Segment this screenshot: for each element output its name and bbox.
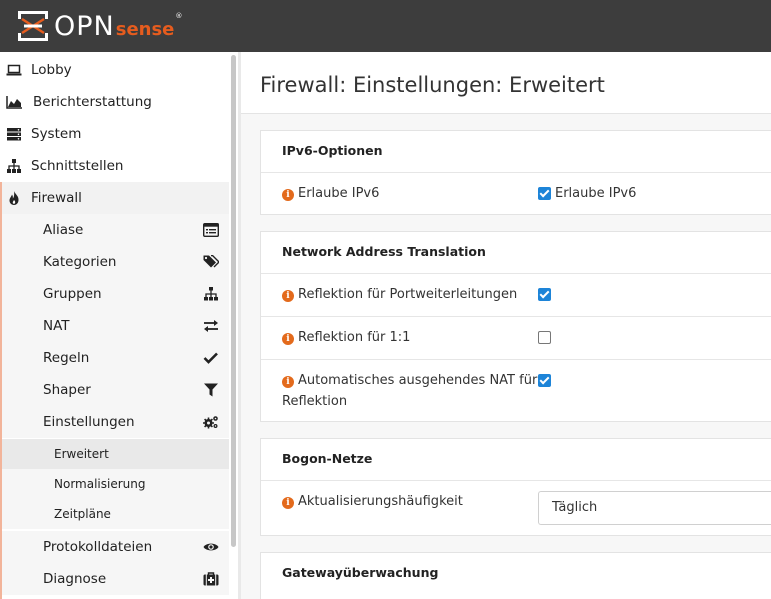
eye-icon xyxy=(203,543,219,551)
sidebar-subitem-shaper[interactable]: Shaper xyxy=(0,374,229,406)
sidebar-subitem-diagnose[interactable]: Diagnose xyxy=(0,563,229,595)
sidebar-subitem-nat[interactable]: NAT xyxy=(0,310,229,342)
row-divider xyxy=(261,172,771,173)
sidebar-subitem-label: Kategorien xyxy=(43,254,117,270)
sidebar-subitem-label: Shaper xyxy=(43,382,91,398)
sidebar-subitem-label: Gruppen xyxy=(43,286,102,302)
sidebar-item-label: Schnittstellen xyxy=(31,158,124,174)
sidebar-item-system[interactable]: System xyxy=(0,118,229,150)
section-heading: IPv6-Optionen xyxy=(282,143,383,158)
setting-label-aktualisierungshaeufigkeit: i Aktualisierungshäufigkeit xyxy=(282,491,463,512)
sidebar-item-label: System xyxy=(31,126,82,142)
sidebar-item-label: Berichterstattung xyxy=(33,94,152,110)
sitemap-icon xyxy=(7,159,21,173)
page-title: Firewall: Einstellungen: Erweitert xyxy=(260,73,605,97)
sidebar-subitem-label: Diagnose xyxy=(43,571,107,587)
sidebar-subitem-aliase[interactable]: Aliase xyxy=(0,214,229,246)
row-divider xyxy=(261,316,771,317)
list-alt-icon xyxy=(203,223,219,237)
row-divider xyxy=(261,273,771,274)
section-heading: Gatewayüberwachung xyxy=(282,565,439,580)
area-chart-icon xyxy=(6,96,22,109)
sidebar-subsubitem-label: Normalisierung xyxy=(54,477,146,491)
setting-label-erlaube-ipv6: i Erlaube IPv6 xyxy=(282,183,379,204)
filter-icon xyxy=(204,383,218,397)
sidebar-subitem-label: Protokolldateien xyxy=(43,539,153,555)
sidebar-subitem-kategorien[interactable]: Kategorien xyxy=(0,246,229,278)
panel-gatewayueberwachung: Gatewayüberwachung xyxy=(260,552,771,599)
aktualisierungshaeufigkeit-select[interactable]: Täglich xyxy=(538,491,771,525)
firewall-group-indicator xyxy=(0,182,2,599)
laptop-icon xyxy=(6,64,22,76)
sidebar-item-label: Lobby xyxy=(31,62,72,78)
reflektion-portweiterleitungen-checkbox[interactable] xyxy=(538,288,551,301)
sitemap-icon xyxy=(204,287,218,301)
opnsense-logo[interactable]: OPN sense ® xyxy=(16,9,182,43)
logo-text-sense: sense xyxy=(115,18,175,40)
sidebar-subsubitem-normalisierung[interactable]: Normalisierung xyxy=(0,469,229,499)
sidebar-item-berichterstattung[interactable]: Berichterstattung xyxy=(0,86,229,118)
section-heading: Network Address Translation xyxy=(282,244,486,259)
info-icon[interactable]: i xyxy=(282,376,294,388)
sidebar-subitem-label: Einstellungen xyxy=(43,414,135,430)
info-icon[interactable]: i xyxy=(282,497,294,509)
medkit-icon xyxy=(203,572,219,586)
sidebar-item-label: Firewall xyxy=(31,190,82,206)
sidebar-subitem-label: Aliase xyxy=(43,222,84,238)
sidebar-item-lobby[interactable]: Lobby xyxy=(0,54,229,86)
info-icon[interactable]: i xyxy=(282,189,294,201)
sidebar-subitem-regeln[interactable]: Regeln xyxy=(0,342,229,374)
info-icon[interactable]: i xyxy=(282,333,294,345)
panel-bogon-netze: Bogon-Netze i Aktualisierungshäufigkeit T… xyxy=(260,438,771,536)
sidebar-subsubitem-label: Erweitert xyxy=(54,447,109,461)
reflektion-1-1-checkbox[interactable] xyxy=(538,331,551,344)
setting-label-automatisches-ausgehendes-nat: i Automatisches ausgehendes NAT für Reflek… xyxy=(282,373,538,409)
opnsense-logo-mark-icon xyxy=(18,11,48,41)
automatisches-ausgehendes-nat-checkbox[interactable] xyxy=(538,374,551,387)
sidebar-item-schnittstellen[interactable]: Schnittstellen xyxy=(0,150,229,182)
cogs-icon xyxy=(203,416,218,429)
row-divider xyxy=(261,359,771,360)
tags-icon xyxy=(203,255,219,268)
sidebar-subitem-label: Regeln xyxy=(43,350,90,366)
info-icon[interactable]: i xyxy=(282,290,294,302)
sidebar-item-firewall[interactable]: Firewall xyxy=(0,182,229,214)
erlaube-ipv6-checkbox-label[interactable]: Erlaube IPv6 xyxy=(555,186,636,201)
fire-icon xyxy=(9,191,19,205)
top-bar: OPN sense ® xyxy=(0,0,771,52)
sidebar-scrollbar-thumb[interactable] xyxy=(231,55,236,547)
check-icon xyxy=(203,352,218,364)
sidebar-subitem-protokolldateien[interactable]: Protokolldateien xyxy=(0,531,229,563)
logo-registered-mark: ® xyxy=(175,12,183,20)
sidebar-subitem-gruppen[interactable]: Gruppen xyxy=(0,278,229,310)
sidebar: Lobby Berichterstattung System Schnittst… xyxy=(0,52,238,599)
page-title-bar: Firewall: Einstellungen: Erweitert xyxy=(241,52,771,114)
exchange-icon xyxy=(204,320,218,332)
sidebar-subitem-einstellungen[interactable]: Einstellungen xyxy=(0,406,229,438)
section-heading: Bogon-Netze xyxy=(282,451,373,466)
sidebar-subsubitem-zeitplaene[interactable]: Zeitpläne xyxy=(0,499,229,529)
sidebar-subitem-label: NAT xyxy=(43,318,70,334)
panel-ipv6-optionen: IPv6-Optionen i Erlaube IPv6 Erlaube IPv6 xyxy=(260,130,771,215)
setting-label-reflektion-1-1: i Reflektion für 1:1 xyxy=(282,327,410,348)
erlaube-ipv6-checkbox[interactable] xyxy=(538,187,551,200)
row-divider xyxy=(261,480,771,481)
panel-network-address-translation: Network Address Translation i Reflektion … xyxy=(260,231,771,422)
setting-label-reflektion-portweiterleitungen: i Reflektion für Portweiterleitungen xyxy=(282,284,517,305)
sidebar-subsubitem-erweitert[interactable]: Erweitert xyxy=(0,439,229,469)
server-icon xyxy=(7,128,21,141)
logo-text-opn: OPN xyxy=(54,10,115,42)
sidebar-subsubitem-label: Zeitpläne xyxy=(54,507,111,521)
